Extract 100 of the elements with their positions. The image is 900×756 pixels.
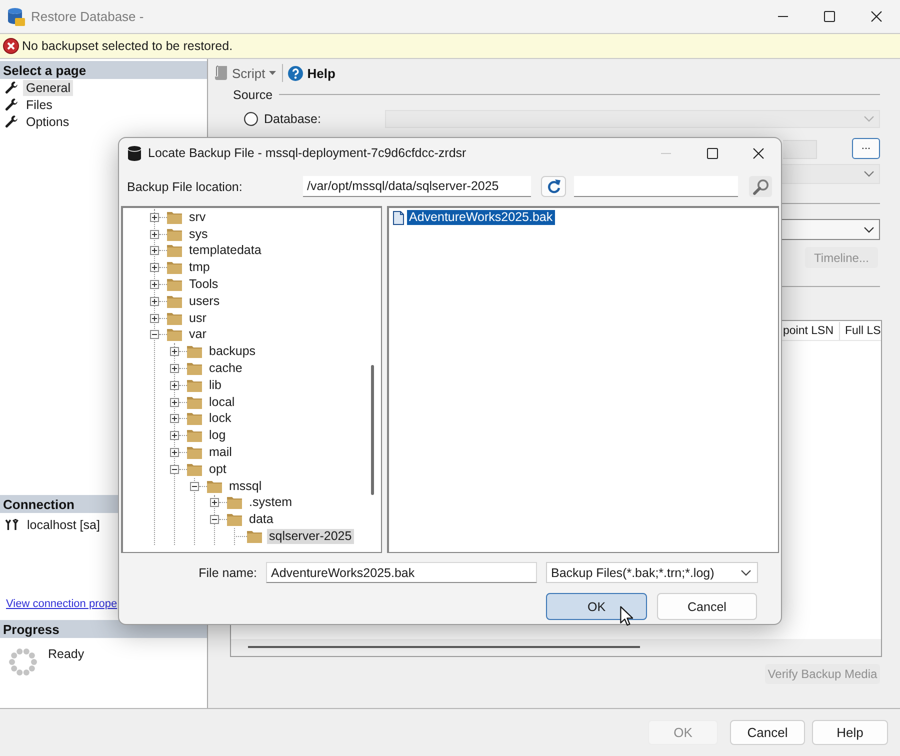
- column-header[interactable]: Full LS: [843, 322, 881, 340]
- connection-text: localhost [sa]: [27, 518, 100, 532]
- expander-icon[interactable]: [170, 414, 179, 424]
- tree-item[interactable]: log: [207, 428, 228, 444]
- tree-item[interactable]: usr: [187, 310, 208, 326]
- message-text: No backupset selected to be restored.: [22, 39, 233, 53]
- folder-icon: [227, 496, 242, 510]
- tree-item[interactable]: mail: [207, 445, 234, 460]
- radio-button[interactable]: [244, 112, 258, 126]
- expander-icon[interactable]: [170, 431, 179, 440]
- expander-icon[interactable]: [150, 212, 159, 222]
- folder-icon: [187, 462, 202, 476]
- expander-icon[interactable]: [150, 330, 159, 340]
- cancel-button[interactable]: Cancel: [730, 720, 805, 745]
- folder-icon: [167, 228, 182, 241]
- expander-icon[interactable]: [170, 380, 179, 390]
- expander-icon[interactable]: [210, 515, 219, 524]
- help-button[interactable]: Help: [812, 720, 888, 745]
- expander-icon[interactable]: [150, 280, 159, 290]
- location-field[interactable]: /var/opt/mssql/data/sqlserver-2025: [303, 176, 531, 197]
- folder-icon: [167, 328, 182, 342]
- file-name-field[interactable]: AdventureWorks2025.bak: [266, 562, 537, 583]
- expander-icon[interactable]: [170, 347, 179, 356]
- wrench-icon: [5, 98, 18, 111]
- dropdown[interactable]: [782, 219, 880, 240]
- folder-icon: [187, 446, 202, 460]
- wrench-icon: [5, 115, 18, 128]
- tree-item[interactable]: lock: [207, 411, 234, 426]
- page-item[interactable]: Options: [23, 114, 72, 130]
- window-title: Restore Database -: [31, 9, 145, 24]
- expander-icon[interactable]: [150, 246, 159, 256]
- database-icon: [8, 8, 25, 26]
- expander-icon[interactable]: [150, 230, 159, 239]
- search-field[interactable]: [574, 176, 738, 197]
- tree-item[interactable]: .system: [247, 495, 294, 510]
- progress-status: Ready: [48, 647, 84, 661]
- scrollbar-thumb[interactable]: [371, 365, 374, 495]
- scrollbar-thumb[interactable]: [248, 646, 640, 648]
- expander-icon[interactable]: [170, 398, 179, 407]
- expander-icon[interactable]: [210, 498, 219, 508]
- folder-icon: [167, 244, 182, 258]
- script-button[interactable]: Script: [213, 63, 278, 83]
- tree-item[interactable]: cache: [207, 361, 244, 376]
- tree-item[interactable]: srv: [187, 210, 208, 225]
- folder-icon: [247, 530, 262, 544]
- expander-icon[interactable]: [150, 296, 159, 306]
- expander-icon[interactable]: [190, 482, 199, 491]
- refresh-icon: [546, 179, 560, 194]
- tree-item[interactable]: users: [187, 294, 222, 309]
- tree-item[interactable]: templatedata: [187, 243, 264, 258]
- tree-item[interactable]: backups: [207, 344, 258, 360]
- connection-properties-link[interactable]: View connection prope: [6, 596, 118, 612]
- tree-item[interactable]: sqlserver-2025: [267, 529, 354, 544]
- chevron-icon: [741, 570, 751, 576]
- chevron-icon: [864, 226, 874, 232]
- database-icon: [128, 146, 141, 160]
- folder-icon: [187, 378, 202, 392]
- folder-icon: [187, 345, 202, 358]
- help-button[interactable]: Help: [286, 63, 338, 83]
- tree-item[interactable]: Tools: [187, 277, 220, 292]
- wrench-icon: [5, 81, 18, 94]
- page-item[interactable]: General: [23, 80, 74, 96]
- caret-icon: [269, 71, 276, 75]
- radio-label: Database:: [264, 112, 321, 126]
- refresh-button[interactable]: [541, 176, 566, 197]
- tree-item[interactable]: local: [207, 394, 237, 410]
- folder-icon: [227, 513, 242, 526]
- tree-item[interactable]: sys: [187, 226, 210, 242]
- section-header: Select a page: [0, 61, 207, 79]
- document-icon: [393, 210, 404, 224]
- tree-item[interactable]: opt: [207, 462, 228, 477]
- file-type-dropdown[interactable]: Backup Files(*.bak;*.trn;*.log): [546, 562, 758, 583]
- script-icon: [215, 65, 228, 81]
- expander-icon[interactable]: [150, 314, 159, 323]
- expander-icon[interactable]: [170, 448, 179, 458]
- cancel-button[interactable]: Cancel: [657, 593, 757, 620]
- chevron-icon: [864, 116, 874, 122]
- tree-item[interactable]: data: [247, 512, 276, 528]
- search-button[interactable]: [749, 176, 772, 197]
- tree-item[interactable]: mssql: [227, 478, 264, 494]
- page-item[interactable]: Files: [23, 96, 56, 112]
- browse-button[interactable]: ...: [852, 138, 880, 159]
- file-item[interactable]: AdventureWorks2025.bak: [407, 210, 555, 225]
- folder-icon: [167, 312, 182, 325]
- spinner-icon: [8, 647, 38, 677]
- chevron-icon: [864, 171, 874, 177]
- ok-button[interactable]: OK: [546, 593, 647, 620]
- device-field[interactable]: [783, 140, 817, 159]
- expander-icon[interactable]: [150, 263, 159, 272]
- tree-item[interactable]: tmp: [187, 260, 212, 276]
- connection-icon: [5, 519, 19, 531]
- folder-icon: [207, 480, 222, 493]
- folder-icon: [167, 278, 182, 292]
- tree-item[interactable]: var: [187, 327, 208, 342]
- expander-icon[interactable]: [170, 364, 179, 374]
- folder-icon: [167, 261, 182, 274]
- folder-icon: [167, 294, 182, 308]
- expander-icon[interactable]: [170, 464, 179, 474]
- tree-item[interactable]: lib: [207, 378, 224, 393]
- group-label: Source: [233, 88, 273, 102]
